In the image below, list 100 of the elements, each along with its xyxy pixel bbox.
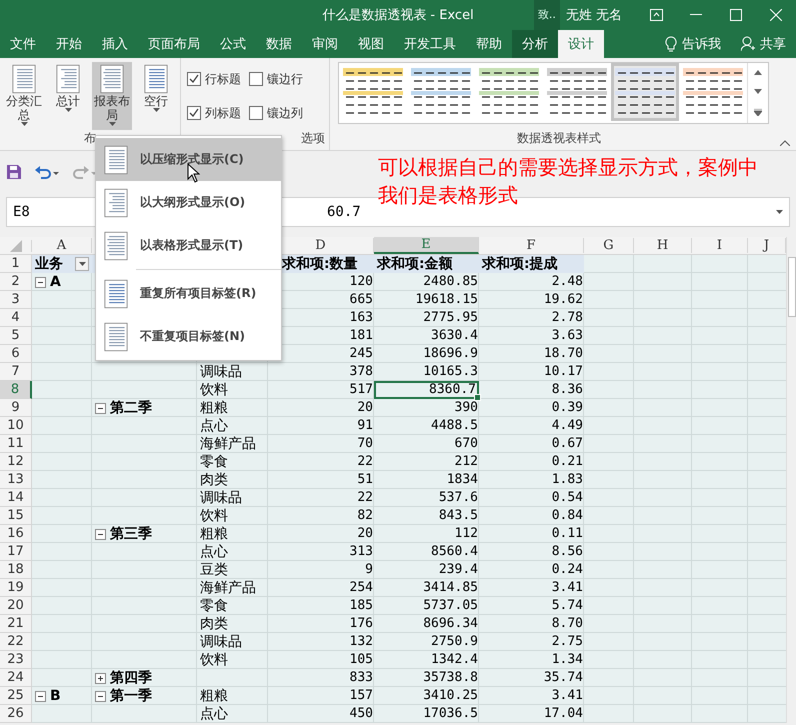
row-number[interactable]: 26 — [0, 705, 32, 723]
ribbon-tab[interactable]: 页面布局 — [138, 30, 210, 58]
collapse-icon[interactable] — [95, 402, 106, 414]
ribbon-tab[interactable]: 视图 — [348, 30, 394, 58]
table-cell-text: 2750.9 — [430, 633, 479, 651]
menu-item[interactable]: 不重复项目标签(N) — [96, 315, 281, 358]
table-cell-text: 0.54 — [550, 489, 584, 507]
fill-handle[interactable] — [474, 394, 481, 401]
table-cell-text: 51 — [356, 471, 374, 489]
checkbox[interactable] — [249, 106, 263, 120]
ribbon-button[interactable]: 报表布局 — [92, 62, 132, 130]
ribbon-tab[interactable]: 插入 — [92, 30, 138, 58]
formula-value: 60.7 — [327, 204, 361, 220]
close-icon[interactable] — [770, 9, 782, 21]
row-number[interactable]: 12 — [0, 453, 32, 471]
checkbox[interactable] — [187, 72, 201, 86]
filter-button[interactable] — [75, 257, 89, 271]
row-number[interactable]: 24 — [0, 669, 32, 687]
collapse-icon[interactable] — [35, 690, 46, 702]
row-number[interactable]: 3 — [0, 291, 32, 309]
ribbon-tab[interactable]: 分析 — [512, 30, 558, 58]
menu-item[interactable]: 重复所有项目标签(R) — [96, 272, 281, 315]
scrollbar-thumb[interactable] — [788, 257, 796, 317]
table-cell-text: 537.6 — [438, 489, 479, 507]
ribbon-tab[interactable]: 审阅 — [302, 30, 348, 58]
collapse-icon[interactable] — [95, 690, 106, 702]
scroll-down-icon[interactable] — [754, 89, 762, 94]
row-number[interactable]: 14 — [0, 489, 32, 507]
row-number[interactable]: 23 — [0, 651, 32, 669]
row-number[interactable]: 5 — [0, 327, 32, 345]
row-number[interactable]: 7 — [0, 363, 32, 381]
group-label: 数据透视表样式 — [516, 130, 602, 147]
checkbox-label: 镶边行 — [267, 70, 303, 88]
column-header[interactable]: E — [374, 237, 479, 254]
checkbox[interactable] — [249, 72, 263, 86]
tell-me-button[interactable]: 告诉我 — [655, 30, 731, 58]
row-number[interactable]: 17 — [0, 543, 32, 561]
table-cell-text: 8.36 — [550, 381, 584, 399]
more-icon[interactable] — [754, 108, 762, 116]
table-cell-text: 9 — [364, 561, 374, 579]
row-number[interactable]: 22 — [0, 633, 32, 651]
table-icon — [12, 64, 36, 94]
table-cell-text: 19.62 — [542, 291, 584, 309]
row-number[interactable]: 16 — [0, 525, 32, 543]
table-cell: 第三季 — [110, 525, 152, 543]
row-number[interactable]: 11 — [0, 435, 32, 453]
collapse-icon[interactable] — [95, 528, 106, 540]
ribbon-tab[interactable]: 设计 — [558, 30, 604, 58]
ribbon-button[interactable]: 总计 — [48, 62, 88, 130]
ribbon-button[interactable]: 空行 — [136, 62, 176, 130]
row-number[interactable]: 10 — [0, 417, 32, 435]
share-button[interactable]: 共享 — [731, 30, 796, 58]
minimize-icon[interactable] — [690, 14, 702, 16]
menu-item[interactable]: 以压缩形式显示(C) — [96, 138, 281, 181]
row-number[interactable]: 15 — [0, 507, 32, 525]
column-header[interactable]: F — [479, 238, 584, 253]
row-number[interactable]: 1 — [0, 255, 32, 273]
expand-icon[interactable] — [95, 672, 106, 684]
row-number[interactable]: 19 — [0, 579, 32, 597]
undo-icon[interactable] — [34, 164, 60, 180]
ribbon-tab[interactable]: 帮助 — [466, 30, 512, 58]
scroll-up-icon[interactable] — [754, 70, 762, 76]
style-swatch[interactable] — [611, 63, 679, 121]
column-header[interactable]: H — [634, 238, 692, 253]
ribbon-tab[interactable]: 公式 — [210, 30, 256, 58]
table-cell-text: 120 — [348, 273, 374, 291]
table-cell-text: 1834 — [446, 471, 479, 489]
collapse-ribbon-icon[interactable] — [780, 140, 790, 146]
table-cell-text: 22 — [356, 453, 374, 471]
maximize-icon[interactable] — [730, 9, 742, 21]
table-cell-text: 450 — [348, 705, 374, 723]
collapse-icon[interactable] — [35, 276, 46, 288]
row-number[interactable]: 13 — [0, 471, 32, 489]
ribbon-tab[interactable]: 文件 — [0, 30, 46, 58]
ribbon-tab[interactable]: 开始 — [46, 30, 92, 58]
checkbox-label: 列标题 — [205, 104, 241, 122]
checkbox[interactable] — [187, 106, 201, 120]
column-header[interactable]: A — [32, 238, 92, 253]
table-cell-text: 20 — [356, 525, 374, 543]
column-header[interactable]: G — [584, 238, 634, 253]
row-number[interactable]: 20 — [0, 597, 32, 615]
table-cell: 调味品 — [200, 489, 242, 507]
ribbon-button[interactable]: 分类汇总 — [4, 62, 44, 130]
row-number[interactable]: 9 — [0, 399, 32, 417]
row-number[interactable]: 4 — [0, 309, 32, 327]
row-number[interactable]: 6 — [0, 345, 32, 363]
ribbon-display-icon[interactable] — [650, 9, 662, 21]
row-number[interactable]: 8 — [0, 381, 32, 399]
table-cell: B — [50, 688, 61, 704]
table-cell-text: 181 — [348, 327, 374, 345]
ribbon-tab[interactable]: 数据 — [256, 30, 302, 58]
column-header[interactable]: I — [692, 238, 748, 253]
row-number[interactable]: 21 — [0, 615, 32, 633]
row-number[interactable]: 2 — [0, 273, 32, 291]
row-number[interactable]: 25 — [0, 687, 32, 705]
user-name[interactable]: 无姓 无名 — [560, 6, 636, 24]
ribbon-tab[interactable]: 开发工具 — [394, 30, 466, 58]
table-cell: 粗粮 — [200, 399, 228, 417]
save-icon[interactable] — [6, 164, 22, 180]
row-number[interactable]: 18 — [0, 561, 32, 579]
